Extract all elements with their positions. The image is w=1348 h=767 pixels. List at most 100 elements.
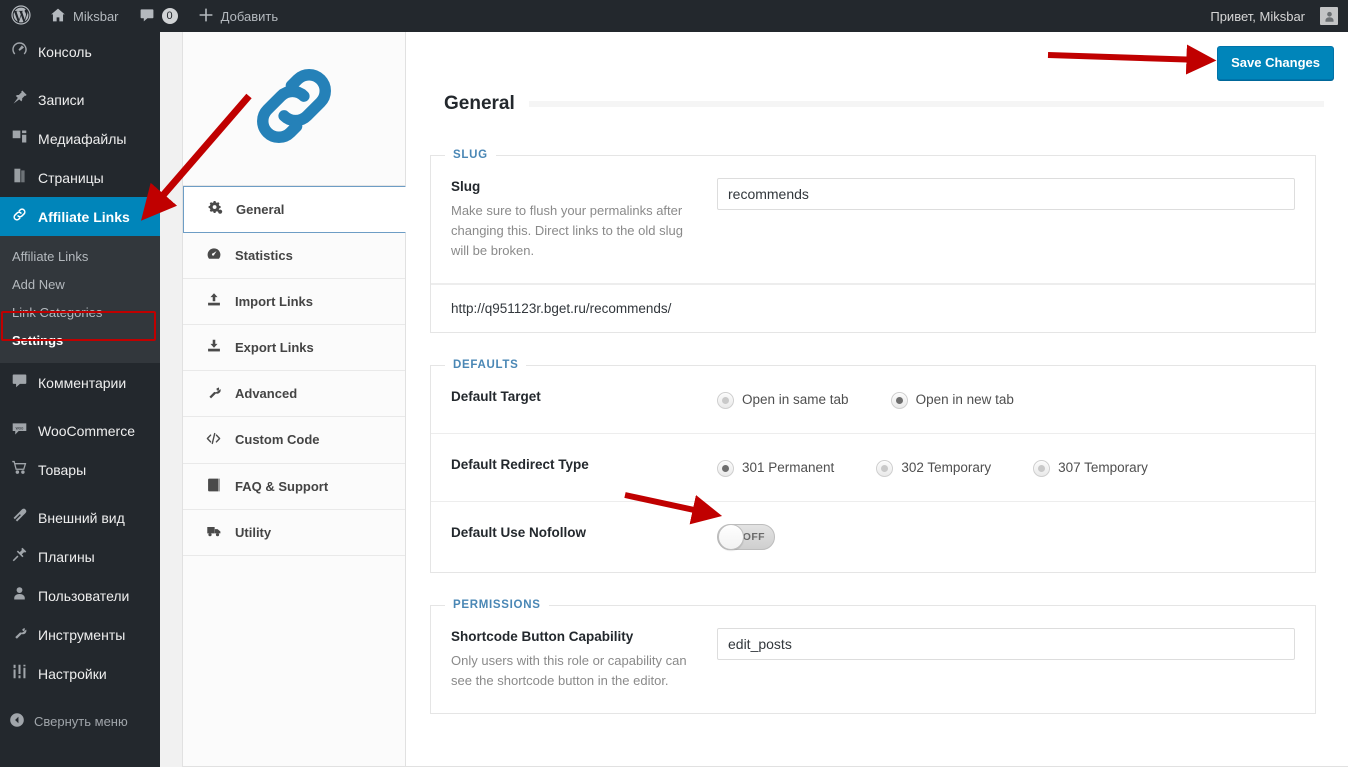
sidebar-item-appearance[interactable]: Внешний вид bbox=[0, 498, 160, 537]
sidebar-item-comments[interactable]: Комментарии bbox=[0, 363, 160, 402]
field-control-block bbox=[717, 628, 1295, 660]
sidebar-item-label: Плагины bbox=[38, 548, 95, 565]
tab-advanced[interactable]: Advanced bbox=[183, 371, 405, 417]
submenu-item-add-new[interactable]: Add New bbox=[0, 271, 160, 299]
radio-open-same-tab[interactable]: Open in same tab bbox=[717, 391, 849, 409]
sidebar-item-label: Настройки bbox=[38, 665, 107, 682]
radio-open-new-tab[interactable]: Open in new tab bbox=[890, 391, 1014, 409]
section-legend: DEFAULTS bbox=[445, 358, 527, 372]
site-name-label: Miksbar bbox=[73, 8, 119, 24]
radio-307-temporary[interactable]: 307 Temporary bbox=[1033, 459, 1148, 477]
toggle-state-label: OFF bbox=[742, 531, 765, 543]
sidebar-item-users[interactable]: Пользователи bbox=[0, 576, 160, 615]
comment-icon bbox=[9, 372, 29, 393]
tab-label: Utility bbox=[235, 524, 272, 540]
sidebar-item-products[interactable]: Товары bbox=[0, 450, 160, 489]
cart-icon bbox=[9, 459, 29, 480]
collapse-menu-button[interactable]: Свернуть меню bbox=[0, 702, 160, 741]
field-control-block: Open in same tab Open in new tab bbox=[717, 388, 1295, 409]
tools-icon bbox=[9, 624, 29, 645]
sidebar-item-label: Affiliate Links bbox=[38, 208, 130, 225]
svg-text:woo: woo bbox=[15, 425, 23, 430]
tab-label: Export Links bbox=[235, 339, 314, 355]
wordpress-icon bbox=[11, 4, 31, 28]
sidebar-item-label: Инструменты bbox=[38, 626, 126, 643]
sidebar-item-media[interactable]: Медиафайлы bbox=[0, 119, 160, 158]
save-changes-button[interactable]: Save Changes bbox=[1217, 45, 1334, 80]
slug-label: Slug bbox=[451, 179, 481, 194]
menu-separator bbox=[0, 489, 160, 498]
field-label-block: Default Redirect Type bbox=[451, 456, 717, 479]
comments-bubble[interactable]: 0 bbox=[129, 0, 188, 32]
sidebar-item-label: Внешний вид bbox=[38, 509, 125, 526]
sidebar-item-woocommerce[interactable]: woo WooCommerce bbox=[0, 411, 160, 450]
sidebar-item-pages[interactable]: Страницы bbox=[0, 158, 160, 197]
admin-sidebar-menu: Консоль Записи Медиафайлы Страницы Affil… bbox=[0, 32, 168, 767]
sidebar-item-posts[interactable]: Записи bbox=[0, 80, 160, 119]
sidebar-item-label: Медиафайлы bbox=[38, 130, 127, 147]
title-divider bbox=[528, 101, 1324, 107]
submenu-item-link-categories[interactable]: Link Categories bbox=[0, 299, 160, 327]
plugins-icon bbox=[9, 546, 29, 567]
sidebar-item-label: Консоль bbox=[38, 43, 92, 60]
section-permissions: PERMISSIONS Shortcode Button Capability … bbox=[430, 598, 1316, 714]
wrench-icon bbox=[205, 384, 222, 403]
field-label-block: Slug Make sure to flush your permalinks … bbox=[451, 178, 717, 261]
section-legend: PERMISSIONS bbox=[445, 598, 549, 612]
radio-icon bbox=[717, 459, 734, 477]
slug-input[interactable] bbox=[717, 178, 1295, 210]
radio-301-permanent[interactable]: 301 Permanent bbox=[717, 459, 834, 477]
sidebar-item-affiliate-links[interactable]: Affiliate Links bbox=[0, 197, 168, 236]
radio-label: Open in same tab bbox=[742, 392, 849, 407]
link-icon bbox=[9, 206, 29, 227]
media-icon bbox=[9, 128, 29, 149]
radio-302-temporary[interactable]: 302 Temporary bbox=[876, 459, 991, 477]
toggle-knob bbox=[718, 524, 744, 550]
radio-label: Open in new tab bbox=[915, 392, 1014, 407]
menu-separator bbox=[0, 71, 160, 80]
permalink-preview: http://q951123r.bget.ru/recommends/ bbox=[431, 284, 1315, 332]
wordpress-logo-menu[interactable] bbox=[0, 0, 40, 32]
appearance-icon bbox=[9, 507, 29, 528]
radio-label: 302 Temporary bbox=[901, 460, 992, 475]
sidebar-item-plugins[interactable]: Плагины bbox=[0, 537, 160, 576]
greeting-label: Привет, Miksbar bbox=[1210, 8, 1305, 24]
shortcode-capability-input[interactable] bbox=[717, 628, 1295, 660]
default-nofollow-toggle[interactable]: OFF bbox=[717, 524, 775, 550]
tab-import-links[interactable]: Import Links bbox=[183, 279, 405, 325]
book-icon bbox=[205, 477, 222, 496]
slug-description: Make sure to flush your permalinks after… bbox=[451, 203, 683, 258]
tab-statistics[interactable]: Statistics bbox=[183, 233, 405, 279]
shortcode-capability-label: Shortcode Button Capability bbox=[451, 629, 634, 644]
radio-icon bbox=[890, 391, 908, 409]
default-target-radio-group: Open in same tab Open in new tab bbox=[717, 388, 1295, 409]
menu-separator bbox=[0, 693, 160, 702]
new-content-menu[interactable]: Добавить bbox=[188, 0, 288, 32]
sidebar-item-dashboard[interactable]: Консоль bbox=[0, 32, 160, 71]
users-icon bbox=[9, 585, 29, 606]
tab-export-links[interactable]: Export Links bbox=[183, 325, 405, 371]
sidebar-item-label: Пользователи bbox=[38, 587, 130, 604]
sidebar-item-tools[interactable]: Инструменты bbox=[0, 615, 160, 654]
submenu-item-settings[interactable]: Settings bbox=[0, 327, 160, 355]
admin-bar-right: Привет, Miksbar bbox=[1200, 0, 1348, 32]
admin-bar: Miksbar 0 Добавить Привет, Miksbar bbox=[0, 0, 1348, 32]
default-redirect-type-label: Default Redirect Type bbox=[451, 457, 589, 472]
site-name-menu[interactable]: Miksbar bbox=[40, 0, 129, 32]
sidebar-item-settings[interactable]: Настройки bbox=[0, 654, 160, 693]
tab-faq-support[interactable]: FAQ & Support bbox=[183, 464, 405, 510]
my-account-menu[interactable]: Привет, Miksbar bbox=[1200, 0, 1348, 32]
affiliate-links-submenu: Affiliate Links Add New Link Categories … bbox=[0, 236, 160, 363]
tab-general[interactable]: General bbox=[183, 186, 406, 233]
comments-count: 0 bbox=[161, 8, 178, 24]
section-slug: SLUG Slug Make sure to flush your permal… bbox=[430, 148, 1316, 333]
shortcode-capability-description: Only users with this role or capability … bbox=[451, 653, 687, 688]
sidebar-item-label: Товары bbox=[38, 461, 87, 478]
collapse-arrow-icon bbox=[9, 712, 25, 731]
tab-label: General bbox=[236, 201, 285, 217]
submenu-item-affiliate-links[interactable]: Affiliate Links bbox=[0, 243, 160, 271]
field-row-default-target: Default Target Open in same tab Open in … bbox=[431, 366, 1315, 434]
menu-separator bbox=[0, 402, 160, 411]
tab-utility[interactable]: Utility bbox=[183, 510, 405, 556]
tab-custom-code[interactable]: Custom Code bbox=[183, 417, 405, 464]
